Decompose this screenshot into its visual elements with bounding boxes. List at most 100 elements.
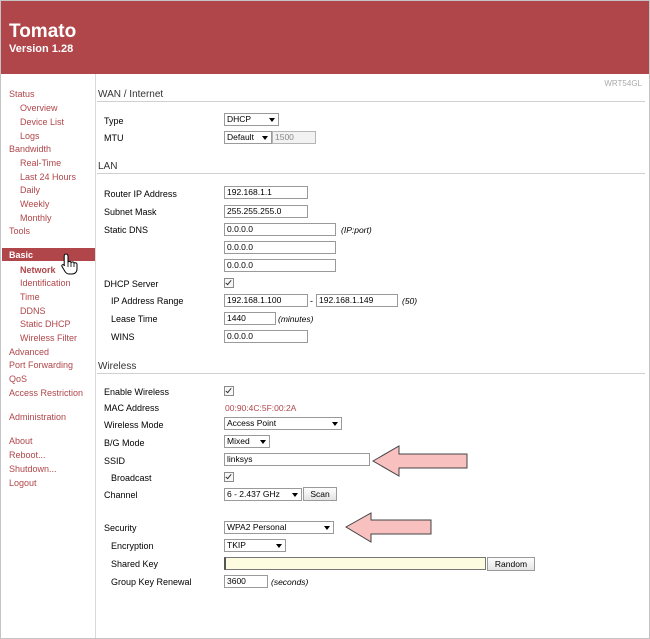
- chevron-down-icon: [292, 493, 298, 497]
- enable-wireless-label: Enable Wireless: [104, 387, 170, 397]
- broadcast-checkbox[interactable]: [224, 472, 234, 482]
- ssid-label: SSID: [104, 456, 126, 466]
- ssid-callout-arrow-icon: [371, 445, 468, 477]
- nav-logs[interactable]: Logs: [20, 132, 40, 141]
- lan-heading: LAN: [98, 161, 118, 172]
- nav-basic[interactable]: Basic: [2, 248, 95, 261]
- wins-label: WINS: [111, 332, 135, 342]
- nav-bandwidth[interactable]: Bandwidth: [9, 145, 51, 154]
- nav-device-list[interactable]: Device List: [20, 118, 64, 127]
- channel-select[interactable]: 6 - 2.437 GHz: [224, 488, 302, 501]
- router-ip-label: Router IP Address: [104, 189, 177, 199]
- nav-reboot[interactable]: Reboot...: [9, 451, 46, 460]
- app-version: Version 1.28: [9, 43, 74, 55]
- shared-key-label: Shared Key: [111, 559, 159, 569]
- chevron-down-icon: [276, 544, 282, 548]
- lease-time-label: Lease Time: [111, 314, 158, 324]
- wan-type-select[interactable]: DHCP: [224, 113, 279, 126]
- wireless-mode-select[interactable]: Access Point: [224, 417, 342, 430]
- shared-key-input[interactable]: [224, 557, 486, 570]
- group-key-renewal-input[interactable]: 3600: [224, 575, 268, 588]
- subnet-mask-input[interactable]: 255.255.255.0: [224, 205, 308, 218]
- bg-mode-label: B/G Mode: [104, 438, 145, 448]
- range-count: (50): [402, 296, 418, 306]
- nav-identification[interactable]: Identification: [20, 279, 71, 288]
- nav-time[interactable]: Time: [20, 293, 40, 302]
- chevron-down-icon: [269, 118, 275, 122]
- security-callout-arrow-icon: [345, 512, 432, 543]
- nav-static-dhcp[interactable]: Static DHCP: [20, 320, 71, 329]
- enable-wireless-checkbox[interactable]: [224, 386, 234, 396]
- subnet-mask-label: Subnet Mask: [104, 207, 157, 217]
- nav-monthly[interactable]: Monthly: [20, 214, 52, 223]
- nav-shutdown[interactable]: Shutdown...: [9, 465, 57, 474]
- router-model: WRT54GL: [604, 79, 642, 88]
- lan-divider: [97, 173, 645, 174]
- scan-button[interactable]: Scan: [303, 487, 337, 501]
- nav-network[interactable]: Network: [20, 266, 56, 275]
- range-end-input[interactable]: 192.168.1.149: [316, 294, 398, 307]
- nav-last-24-hours[interactable]: Last 24 Hours: [20, 173, 76, 182]
- broadcast-label: Broadcast: [111, 473, 152, 483]
- nav-overview[interactable]: Overview: [20, 104, 58, 113]
- nav-advanced[interactable]: Advanced: [9, 348, 49, 357]
- mtu-input[interactable]: 1500: [272, 131, 316, 144]
- nav-port-forwarding[interactable]: Port Forwarding: [9, 361, 73, 370]
- nav-tools[interactable]: Tools: [9, 227, 30, 236]
- mtu-mode-value: Default: [227, 132, 254, 142]
- lease-time-input[interactable]: 1440: [224, 312, 276, 325]
- wireless-heading: Wireless: [98, 361, 137, 372]
- router-admin-window: Tomato Version 1.28 WRT54GL Status Overv…: [0, 0, 650, 639]
- dhcp-server-checkbox[interactable]: [224, 278, 234, 288]
- nav-status[interactable]: Status: [9, 90, 35, 99]
- bg-mode-value: Mixed: [227, 436, 250, 446]
- nav-logout[interactable]: Logout: [9, 479, 37, 488]
- channel-value: 6 - 2.437 GHz: [227, 489, 280, 499]
- nav-administration[interactable]: Administration: [9, 413, 66, 422]
- router-ip-input[interactable]: 192.168.1.1: [224, 186, 308, 199]
- wireless-mode-label: Wireless Mode: [104, 420, 164, 430]
- chevron-down-icon: [262, 136, 268, 140]
- range-start-input[interactable]: 192.168.1.100: [224, 294, 308, 307]
- wan-divider: [97, 101, 645, 102]
- dns-2-input[interactable]: 0.0.0.0: [224, 241, 336, 254]
- nav-daily[interactable]: Daily: [20, 186, 40, 195]
- chevron-down-icon: [260, 440, 266, 444]
- wan-type-value: DHCP: [227, 114, 252, 124]
- dns-hint: (IP:port): [341, 225, 372, 235]
- security-value: WPA2 Personal: [227, 522, 287, 532]
- hand-cursor-icon: [61, 253, 78, 275]
- app-title: Tomato: [9, 21, 77, 42]
- channel-label: Channel: [104, 490, 138, 500]
- dns-3-input[interactable]: 0.0.0.0: [224, 259, 336, 272]
- nav-weekly[interactable]: Weekly: [20, 200, 49, 209]
- encryption-select[interactable]: TKIP: [224, 539, 286, 552]
- type-label: Type: [104, 116, 124, 126]
- bg-mode-select[interactable]: Mixed: [224, 435, 270, 448]
- encryption-label: Encryption: [111, 541, 154, 551]
- nav-about[interactable]: About: [9, 437, 33, 446]
- random-button[interactable]: Random: [487, 557, 535, 571]
- dns-1-input[interactable]: 0.0.0.0: [224, 223, 336, 236]
- dhcp-server-label: DHCP Server: [104, 279, 159, 289]
- header-banner: Tomato Version 1.28: [1, 1, 649, 74]
- nav-ddns[interactable]: DDNS: [20, 307, 46, 316]
- wireless-divider: [97, 373, 645, 374]
- chevron-down-icon: [332, 422, 338, 426]
- nav-real-time[interactable]: Real-Time: [20, 159, 61, 168]
- lease-hint: (minutes): [278, 314, 314, 324]
- nav-qos[interactable]: QoS: [9, 375, 27, 384]
- group-key-renewal-label: Group Key Renewal: [111, 577, 192, 587]
- mac-address-label: MAC Address: [104, 403, 160, 413]
- nav-access-restriction[interactable]: Access Restriction: [9, 389, 83, 398]
- ssid-input[interactable]: linksys: [224, 453, 370, 466]
- renewal-hint: (seconds): [271, 577, 309, 587]
- nav-wireless-filter[interactable]: Wireless Filter: [20, 334, 77, 343]
- mac-address-value: 00:90:4C:5F:00:2A: [225, 403, 297, 413]
- encryption-value: TKIP: [227, 540, 246, 550]
- mtu-mode-select[interactable]: Default: [224, 131, 272, 144]
- nav-basic-label: Basic: [9, 250, 34, 260]
- wan-heading: WAN / Internet: [98, 89, 164, 100]
- security-select[interactable]: WPA2 Personal: [224, 521, 334, 534]
- wins-input[interactable]: 0.0.0.0: [224, 330, 308, 343]
